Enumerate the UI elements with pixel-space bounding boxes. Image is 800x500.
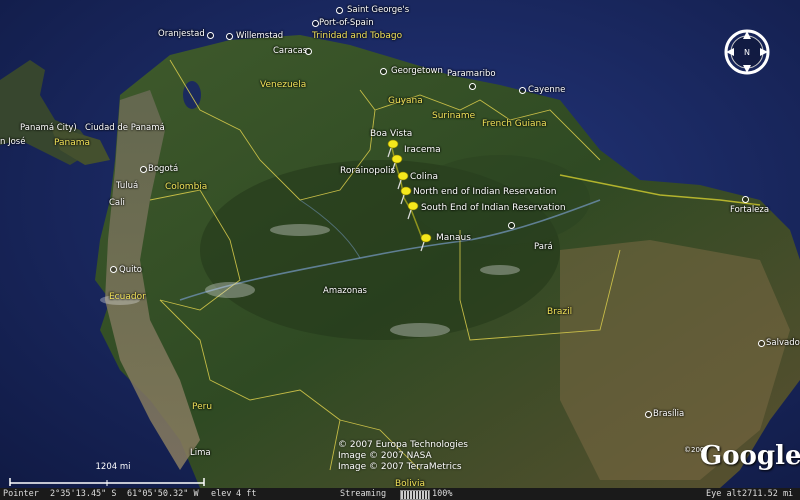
streaming-label: Streaming [340, 489, 387, 499]
map-view[interactable]: Venezuela Colombia Guyana Suriname Frenc… [0, 0, 800, 500]
streaming-progress-fill [401, 491, 429, 499]
city-label-brasilia: Brasília [653, 409, 685, 419]
city-label-salvador: Salvado [766, 338, 800, 348]
google-logo: Google™ [700, 441, 800, 471]
city-dot [305, 48, 312, 55]
city-dot [469, 83, 476, 90]
placemark-label-manaus[interactable]: Manaus [436, 233, 471, 243]
city-label-georgetown: Georgetown [391, 66, 443, 76]
city-label-caracas: Caracas [273, 46, 308, 56]
country-label-colombia: Colombia [165, 182, 208, 192]
city-dot [226, 33, 233, 40]
placemark-label-iracema[interactable]: Iracema [404, 145, 441, 155]
elevation-label: elev [211, 489, 232, 499]
city-dot [380, 68, 387, 75]
compass-north-label: N [744, 48, 750, 57]
placemark-label-colina[interactable]: Colina [410, 172, 438, 182]
pointer-latitude: 2°35'13.45" S [50, 489, 117, 499]
placemark-label-north-end[interactable]: North end of Indian Reservation [413, 187, 556, 197]
country-label-ecuador: Ecuador [109, 292, 146, 302]
city-label-willemstad: Willemstad [236, 31, 284, 41]
city-dot [312, 20, 319, 27]
streaming-progress-bar [400, 490, 430, 500]
city-label-fortaleza: Fortaleza [730, 205, 770, 215]
city-dot [508, 222, 515, 229]
city-label-quito: Quito [119, 265, 142, 275]
country-label-guyana: Guyana [388, 96, 423, 106]
scale-bar: 1204 mi [8, 462, 208, 491]
credit-line: © 2007 Europa Technologies [338, 440, 468, 450]
imagery-credits: © 2007 Europa Technologies Image © 2007 … [338, 440, 468, 473]
country-label-trinidad: Trinidad and Tobago [312, 31, 403, 41]
logo-text: Google [700, 441, 800, 471]
pointer-label: Pointer [3, 489, 39, 499]
eye-alt-value: 2711.52 mi [742, 489, 794, 499]
city-dot [519, 87, 526, 94]
city-label-saint-georges: Saint George's [347, 5, 410, 15]
city-dot [140, 166, 147, 173]
eye-alt-label: Eye alt [706, 489, 742, 499]
pushpin-icon[interactable] [405, 200, 419, 220]
placemark-label-rorainopolis[interactable]: Rorainopolis [340, 166, 395, 176]
region-label-amazonas: Amazonas [323, 286, 367, 296]
city-label-oranjestad: Oranjestad [158, 29, 205, 39]
city-label-port-of-spain: Port-of-Spain [319, 18, 374, 28]
scale-label: 1204 mi [95, 462, 131, 472]
city-label-jose: n José [0, 137, 26, 147]
city-dot [336, 7, 343, 14]
country-label-peru: Peru [192, 402, 213, 412]
city-dot [742, 196, 749, 203]
city-dot [758, 340, 765, 347]
city-label-paramaribo: Paramaribo [447, 69, 496, 79]
pushpin-icon[interactable] [418, 232, 432, 252]
credit-line: Image © 2007 NASA [338, 451, 432, 461]
country-label-suriname: Suriname [432, 111, 476, 121]
city-dot [207, 32, 214, 39]
city-label-cayenne: Cayenne [528, 85, 566, 95]
compass-icon[interactable]: N [722, 27, 772, 77]
city-dot [110, 266, 117, 273]
city-label-cali: Cali [109, 198, 125, 208]
city-label-tulua: Tuluá [116, 181, 139, 191]
scale-ruler [9, 478, 205, 486]
streaming-value: 100% [432, 489, 453, 499]
country-label-brazil: Brazil [547, 307, 573, 317]
country-label-french-guiana: French Guiana [482, 119, 547, 129]
region-label-para: Pará [534, 242, 553, 252]
country-label-venezuela: Venezuela [260, 80, 307, 90]
elevation-value: 4 ft [236, 489, 257, 499]
country-label-panama: Panama [54, 138, 91, 148]
city-dot [645, 411, 652, 418]
pointer-longitude: 61°05'50.32" W [127, 489, 199, 499]
placemark-label-south-end[interactable]: South End of Indian Reservation [421, 203, 566, 213]
city-label-bogota: Bogotá [148, 164, 179, 174]
city-label-lima: Lima [190, 448, 211, 458]
city-label-panama-city: Panamá City) [20, 123, 77, 133]
status-bar: Pointer 2°35'13.45" S 61°05'50.32" W ele… [0, 488, 800, 500]
credit-line: Image © 2007 TerraMetrics [338, 462, 462, 472]
city-label-ciudad-panama: Ciudad de Panamá [85, 123, 165, 133]
